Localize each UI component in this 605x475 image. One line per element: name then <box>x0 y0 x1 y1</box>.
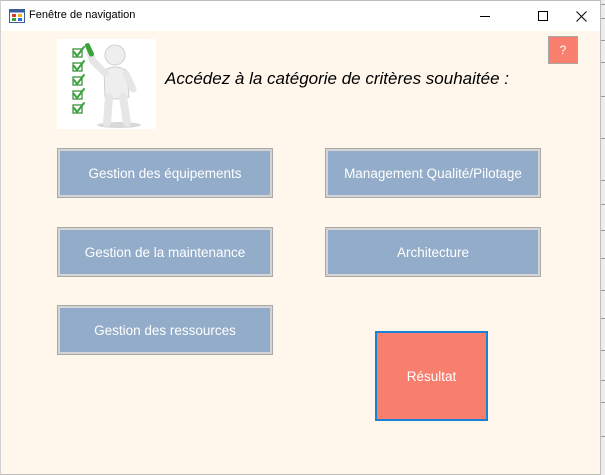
gestion-ressources-button[interactable]: Gestion des ressources <box>57 305 273 355</box>
management-qualite-button[interactable]: Management Qualité/Pilotage <box>325 148 541 198</box>
minimize-icon <box>480 16 490 17</box>
maximize-icon <box>538 11 548 21</box>
help-button[interactable]: ? <box>548 36 578 64</box>
page-heading: Accédez à la catégorie de critères souha… <box>165 69 509 88</box>
app-window-icon[interactable] <box>9 9 25 23</box>
window-title: Fenêtre de navigation <box>29 9 136 21</box>
minimize-button[interactable] <box>462 1 508 31</box>
gestion-maintenance-button[interactable]: Gestion de la maintenance <box>57 227 273 277</box>
background-app-edge <box>601 0 605 475</box>
navigation-window: Fenêtre de navigation Accédez à la catég… <box>0 0 601 475</box>
title-bar[interactable]: Fenêtre de navigation <box>1 1 600 31</box>
checklist-figure-illustration <box>57 39 156 129</box>
resultat-button[interactable]: Résultat <box>375 331 488 421</box>
close-button[interactable] <box>558 1 604 31</box>
close-icon <box>575 10 587 22</box>
gestion-equipements-button[interactable]: Gestion des équipements <box>57 148 273 198</box>
architecture-button[interactable]: Architecture <box>325 227 541 277</box>
